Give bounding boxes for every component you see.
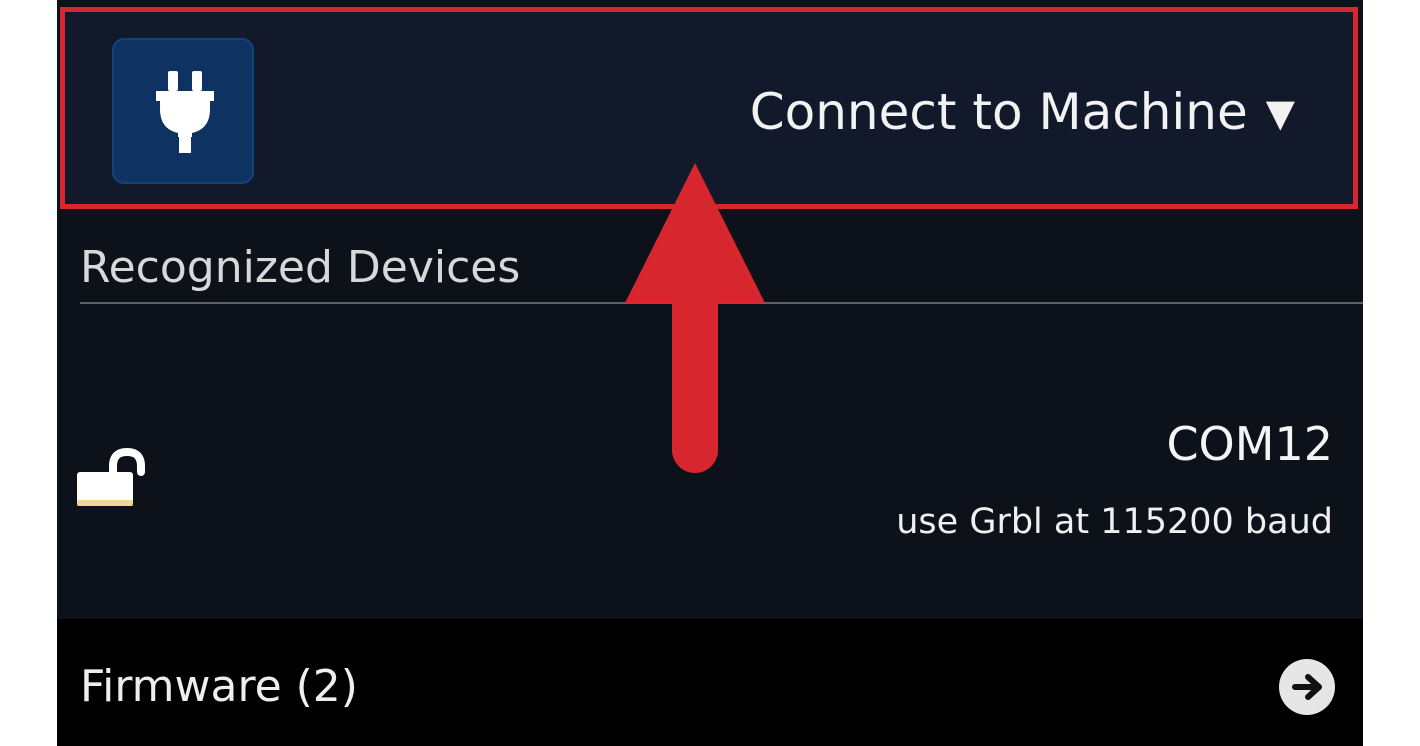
connect-title: Connect to Machine — [749, 83, 1248, 141]
caret-down-icon: ▼ — [1265, 91, 1295, 135]
device-description: use Grbl at 115200 baud — [896, 502, 1333, 542]
recognized-devices-heading: Recognized Devices — [80, 242, 521, 293]
arrow-up-icon — [625, 163, 765, 473]
connection-status-tile — [112, 38, 254, 184]
firmware-list-item[interactable]: Firmware (2) — [57, 619, 1363, 746]
connect-dropdown-label[interactable]: Connect to Machine ▼ — [750, 82, 1295, 143]
plug-icon — [156, 71, 214, 153]
arrow-right-circle-icon[interactable] — [1279, 659, 1335, 715]
device-port: COM12 — [1166, 417, 1333, 471]
firmware-label: Firmware (2) — [80, 661, 358, 712]
unlock-icon — [77, 448, 145, 506]
